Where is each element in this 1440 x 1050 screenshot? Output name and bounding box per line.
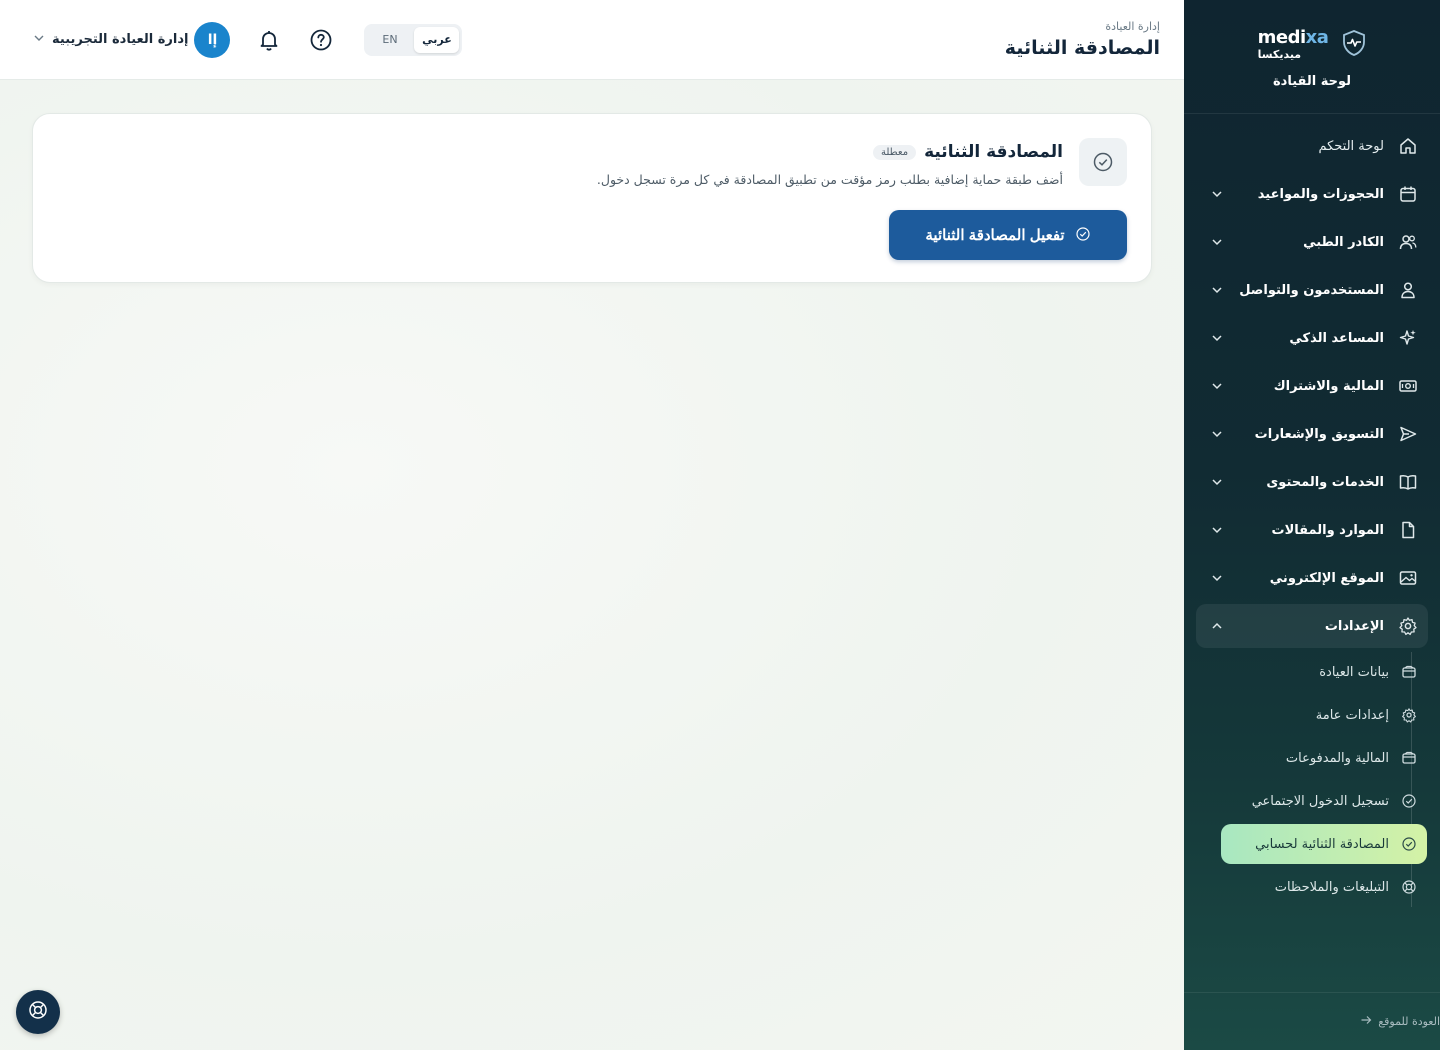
subnav-label: المالية والمدفوعات	[1285, 750, 1389, 766]
check-circle-icon	[1079, 138, 1127, 186]
chevron-up-icon	[1210, 619, 1224, 633]
subnav-label: تسجيل الدخول الاجتماعي	[1251, 793, 1389, 809]
sidebar-item-label: الحجوزات والمواعيد	[1257, 186, 1384, 202]
subnav-label: بيانات العيادة	[1319, 664, 1389, 680]
file-icon	[1398, 520, 1418, 540]
sidebar-section-title: لوحة القيادة	[1272, 74, 1352, 89]
subnav-label: المصادقة الثنائية لحسابي	[1255, 836, 1389, 852]
wallet-icon	[1401, 664, 1417, 680]
home-icon	[1398, 136, 1418, 156]
subnav-finance-payments[interactable]: المالية والمدفوعات	[1221, 738, 1427, 778]
sidebar-item-label: الكادر الطبي	[1303, 234, 1384, 250]
chevron-down-icon	[1210, 475, 1224, 489]
chevron-down-icon	[1210, 523, 1224, 537]
sidebar-item-label: المالية والاشتراك	[1273, 378, 1384, 394]
lang-ar-button[interactable]: عربي	[414, 26, 460, 53]
sidebar-item-users[interactable]: المستخدمون والتواصل	[1196, 268, 1428, 312]
users-icon	[1398, 232, 1418, 252]
gear-icon	[1398, 616, 1418, 636]
lang-en-button[interactable]: EN	[367, 27, 412, 53]
help-icon[interactable]	[308, 27, 334, 53]
sidebar-item-bookings[interactable]: الحجوزات والمواعيد	[1196, 172, 1428, 216]
cog-icon	[1401, 707, 1417, 723]
chevron-down-icon	[32, 30, 46, 49]
sidebar-item-services[interactable]: الخدمات والمحتوى	[1196, 460, 1428, 504]
subnav-two-factor[interactable]: المصادقة الثنائية لحسابي	[1221, 824, 1427, 864]
card-title: المصادقة الثنائية	[924, 142, 1063, 162]
book-icon	[1398, 472, 1418, 492]
sidebar-item-label: الخدمات والمحتوى	[1266, 474, 1384, 490]
sidebar-item-website[interactable]: الموقع الإلكتروني	[1196, 556, 1428, 600]
chevron-down-icon	[1210, 331, 1224, 345]
subnav-clinic-info[interactable]: بيانات العيادة	[1221, 652, 1427, 692]
brand-name-en: medixa	[1257, 27, 1329, 48]
sparkles-icon	[1398, 328, 1418, 348]
chevron-down-icon	[1210, 571, 1224, 585]
sidebar-item-label: التسويق والإشعارات	[1254, 426, 1384, 442]
check-circle-icon	[1401, 793, 1417, 809]
cash-icon	[1398, 376, 1418, 396]
enable-2fa-label: تفعيل المصادقة الثنائية	[925, 227, 1065, 244]
image-icon	[1398, 568, 1418, 588]
sidebar-item-label: الموارد والمقالات	[1271, 522, 1384, 538]
send-icon	[1398, 424, 1418, 444]
calendar-icon	[1398, 184, 1418, 204]
check-circle-icon	[1401, 836, 1417, 852]
language-toggle: عربي EN	[364, 23, 463, 56]
chevron-down-icon	[1210, 187, 1224, 201]
logo[interactable]: medixa ميديكسا	[1258, 28, 1367, 62]
chevron-down-icon	[1210, 283, 1224, 297]
sidebar-item-resources[interactable]: الموارد والمقالات	[1196, 508, 1428, 552]
sidebar-item-label: المستخدمون والتواصل	[1239, 282, 1384, 298]
sidebar: medixa ميديكسا لوحة القيادة لوحة التحكم …	[1184, 0, 1440, 1050]
two-factor-card: المصادقة الثنائية معطلة أضف طبقة حماية إ…	[32, 113, 1152, 283]
subnav-label: إعدادات عامة	[1315, 707, 1389, 723]
avatar: إا	[194, 21, 231, 58]
settings-subnav: بيانات العيادة إعدادات عامة المالية والم…	[1212, 652, 1427, 907]
main-content: المصادقة الثنائية معطلة أضف طبقة حماية إ…	[0, 80, 1184, 1050]
back-to-site-link[interactable]: العودة للموقع	[1184, 992, 1440, 1050]
chevron-down-icon	[1210, 235, 1224, 249]
sidebar-item-label: الإعدادات	[1324, 618, 1384, 634]
wallet-icon	[1401, 750, 1417, 766]
page-title: المصادقة الثنائية	[1004, 37, 1160, 59]
card-description: أضف طبقة حماية إضافية بطلب رمز مؤقت من ت…	[596, 172, 1063, 187]
sidebar-item-label: لوحة التحكم	[1318, 138, 1384, 154]
shield-pulse-icon	[1342, 30, 1366, 60]
subnav-general-settings[interactable]: إعدادات عامة	[1221, 695, 1427, 735]
brand-name-ar: ميديكسا	[1257, 48, 1302, 61]
sidebar-item-dashboard[interactable]: لوحة التحكم	[1196, 124, 1428, 168]
card-header: المصادقة الثنائية معطلة	[873, 142, 1063, 162]
subnav-label: التبليغات والملاحظات	[1274, 879, 1389, 895]
enable-2fa-button[interactable]: تفعيل المصادقة الثنائية	[889, 210, 1127, 260]
subnav-social-login[interactable]: تسجيل الدخول الاجتماعي	[1221, 781, 1427, 821]
lifebuoy-icon	[27, 999, 49, 1025]
sidebar-item-ai-assistant[interactable]: المساعد الذكي	[1196, 316, 1428, 360]
check-circle-icon	[1075, 226, 1091, 245]
breadcrumb: إدارة العيادة	[1105, 20, 1160, 33]
chevron-down-icon	[1210, 427, 1224, 441]
arrow-right-icon	[1360, 1014, 1372, 1029]
sidebar-item-label: الموقع الإلكتروني	[1269, 570, 1384, 586]
sidebar-item-settings[interactable]: الإعدادات	[1196, 604, 1428, 648]
sidebar-item-marketing[interactable]: التسويق والإشعارات	[1196, 412, 1428, 456]
user-name: إدارة العيادة التجريبية	[52, 32, 189, 47]
bell-icon[interactable]	[256, 27, 282, 53]
back-link-label: العودة للموقع	[1378, 1015, 1440, 1028]
page-title-block: إدارة العيادة المصادقة الثنائية	[1005, 20, 1160, 59]
sidebar-item-finance[interactable]: المالية والاشتراك	[1196, 364, 1428, 408]
brand: medixa ميديكسا لوحة القيادة	[1184, 0, 1440, 114]
support-floating-button[interactable]	[16, 990, 60, 1034]
sidebar-item-label: المساعد الذكي	[1289, 330, 1384, 346]
sidebar-item-medical-staff[interactable]: الكادر الطبي	[1196, 220, 1428, 264]
sidebar-nav: لوحة التحكم الحجوزات والمواعيد الكادر ال…	[1196, 124, 1428, 910]
lifebuoy-icon	[1401, 879, 1417, 895]
subnav-reports-feedback[interactable]: التبليغات والملاحظات	[1221, 867, 1427, 907]
top-header: إدارة العيادة المصادقة الثنائية عربي EN …	[0, 0, 1184, 80]
user-icon	[1398, 280, 1418, 300]
status-badge: معطلة	[873, 144, 917, 160]
user-menu[interactable]: إا إدارة العيادة التجريبية	[32, 21, 231, 58]
header-tools: عربي EN إا إدارة العيادة التجريبية	[32, 21, 463, 58]
chevron-down-icon	[1210, 379, 1224, 393]
